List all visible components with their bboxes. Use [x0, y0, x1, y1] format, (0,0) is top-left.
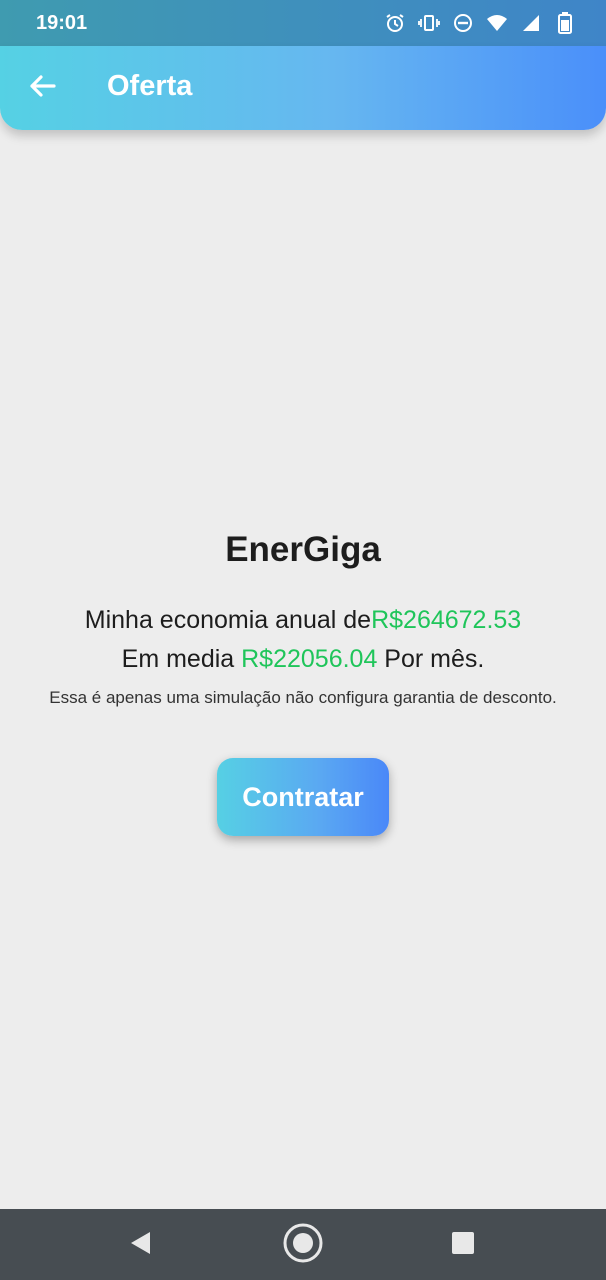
brand-name: EnerGiga [225, 530, 381, 569]
system-nav-bar [0, 1209, 606, 1280]
wifi-icon [486, 12, 508, 34]
contratar-button[interactable]: Contratar [217, 758, 389, 836]
nav-home-button[interactable] [281, 1223, 325, 1267]
back-button[interactable] [22, 68, 62, 108]
annual-savings-value: R$264672.53 [371, 606, 522, 634]
do-not-disturb-icon [452, 12, 474, 34]
vibrate-icon [418, 12, 440, 34]
app-bar: Oferta [0, 46, 606, 130]
annual-savings-line: Minha economia anual deR$264672.53 [0, 606, 606, 635]
simulation-disclaimer: Essa é apenas uma simulação não configur… [49, 688, 557, 707]
nav-recents-button[interactable] [441, 1223, 485, 1267]
annual-savings-prefix: Minha economia anual de [84, 606, 372, 634]
page-title: Oferta [107, 70, 193, 102]
arrow-back-icon [28, 74, 56, 103]
battery-icon [554, 12, 576, 34]
monthly-savings-prefix: Em media [121, 645, 242, 673]
nav-back-button[interactable] [118, 1223, 162, 1267]
status-bar: 19:01 [0, 0, 606, 46]
offer-summary: EnerGiga Minha economia anual deR$264672… [0, 510, 606, 708]
status-time: 19:01 [36, 12, 88, 34]
monthly-savings-line: Em media R$22056.04 Por mês. [0, 645, 606, 674]
recents-square-icon [451, 1231, 475, 1260]
alarm-icon [384, 12, 406, 34]
status-icons [384, 12, 576, 34]
back-triangle-icon [128, 1230, 152, 1261]
signal-icon [520, 12, 542, 34]
home-circle-icon [282, 1222, 324, 1269]
monthly-savings-value: R$22056.04 [241, 645, 378, 673]
monthly-savings-suffix: Por mês. [377, 645, 485, 673]
